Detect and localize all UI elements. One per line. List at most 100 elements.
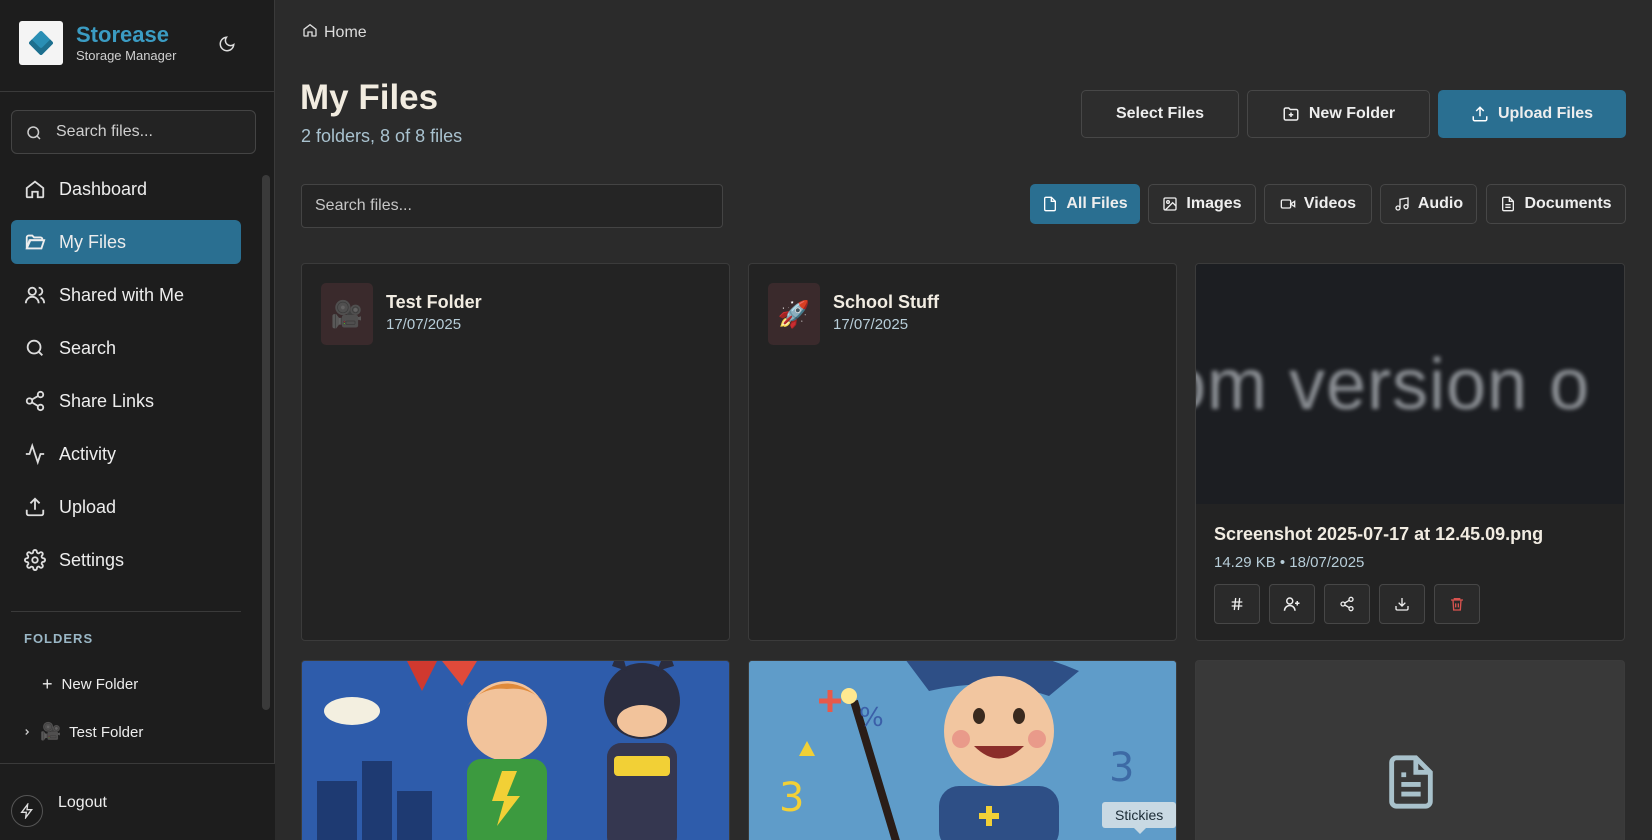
rocket-icon: 🚀 bbox=[768, 283, 820, 345]
home-icon bbox=[302, 22, 318, 43]
svg-text:3: 3 bbox=[779, 775, 804, 821]
video-camera-icon: 🎥 bbox=[321, 283, 373, 345]
search-icon bbox=[24, 337, 46, 359]
video-camera-icon: 🎥 bbox=[40, 722, 62, 741]
main-search bbox=[301, 184, 723, 228]
sidebar-search bbox=[11, 110, 256, 154]
sidebar-search-input[interactable] bbox=[56, 111, 246, 153]
folder-name: School Stuff bbox=[833, 292, 939, 312]
page-title: My Files bbox=[300, 78, 439, 117]
delete-button[interactable] bbox=[1434, 584, 1480, 624]
upload-icon bbox=[1471, 105, 1489, 123]
sidebar: Storease Storage Manager Dashboard My Fi… bbox=[0, 0, 275, 840]
bolt-icon[interactable] bbox=[11, 795, 43, 827]
svg-text:%: % bbox=[859, 703, 884, 733]
new-folder-label: New Folder bbox=[1308, 105, 1396, 122]
file-name: Screenshot 2025-07-17 at 12.45.09.png bbox=[1214, 524, 1544, 544]
filter-label: Images bbox=[1186, 195, 1242, 212]
sidebar-item-search[interactable]: Search bbox=[11, 326, 241, 370]
breadcrumb: Home bbox=[302, 22, 367, 43]
trash-icon bbox=[1451, 598, 1463, 611]
brand-header: Storease Storage Manager bbox=[0, 0, 274, 92]
select-files-label: Select Files bbox=[1115, 105, 1205, 122]
file-meta: 14.29 KB • 18/07/2025 bbox=[1214, 554, 1365, 571]
download-icon bbox=[1395, 598, 1409, 611]
filter-label: Audio bbox=[1417, 195, 1464, 212]
image-icon bbox=[1162, 196, 1178, 212]
users-icon bbox=[24, 284, 46, 306]
filter-label: All Files bbox=[1066, 195, 1128, 212]
app-logo[interactable] bbox=[19, 21, 63, 65]
share-icon bbox=[1340, 596, 1354, 612]
file-actions bbox=[1214, 584, 1489, 624]
share-link-button[interactable] bbox=[1324, 584, 1370, 624]
app-subtitle: Storage Manager bbox=[76, 48, 177, 63]
sidebar-new-folder-button[interactable]: + New Folder bbox=[42, 674, 138, 695]
folder-tree-item[interactable]: 🎥 Test Folder bbox=[22, 722, 143, 742]
sidebar-item-shared-with-me[interactable]: Shared with Me bbox=[11, 273, 241, 317]
sidebar-item-label: Shared with Me bbox=[59, 284, 185, 305]
sidebar-item-label: Dashboard bbox=[59, 178, 148, 199]
sidebar-item-label: Activity bbox=[59, 443, 117, 464]
hash-icon bbox=[1231, 597, 1243, 611]
chevron-right-icon[interactable] bbox=[22, 724, 32, 741]
folder-card[interactable]: 🚀 School Stuff 17/07/2025 bbox=[748, 263, 1177, 641]
file-icon bbox=[1042, 196, 1058, 212]
theme-toggle-moon-icon[interactable] bbox=[216, 33, 238, 55]
page-subtitle: 2 folders, 8 of 8 files bbox=[301, 126, 463, 146]
folder-plus-icon bbox=[1282, 105, 1300, 123]
video-icon bbox=[1280, 196, 1296, 212]
filter-documents[interactable]: Documents bbox=[1486, 184, 1626, 224]
main-search-input[interactable] bbox=[302, 185, 722, 227]
sidebar-item-settings[interactable]: Settings bbox=[11, 538, 241, 582]
file-card-document[interactable] bbox=[1195, 660, 1625, 840]
share-with-user-button[interactable] bbox=[1269, 584, 1315, 624]
sidebar-item-share-links[interactable]: Share Links bbox=[11, 379, 241, 423]
breadcrumb-home[interactable]: Home bbox=[324, 24, 367, 42]
file-preview-image[interactable]: om version o bbox=[1196, 264, 1624, 504]
sidebar-item-label: Search bbox=[59, 337, 117, 358]
folder-open-icon bbox=[24, 231, 46, 253]
document-icon bbox=[1382, 749, 1440, 820]
new-folder-button[interactable]: New Folder bbox=[1247, 90, 1430, 138]
folder-tree-label: Test Folder bbox=[69, 723, 144, 741]
file-card-image-superheroes[interactable] bbox=[301, 660, 730, 840]
folder-date: 17/07/2025 bbox=[386, 316, 462, 333]
filter-audio[interactable]: Audio bbox=[1380, 184, 1477, 224]
filter-videos[interactable]: Videos bbox=[1264, 184, 1372, 224]
document-icon bbox=[1500, 196, 1516, 212]
sidebar-item-my-files[interactable]: My Files bbox=[11, 220, 241, 264]
file-card[interactable]: om version o Screenshot 2025-07-17 at 12… bbox=[1195, 263, 1625, 641]
sidebar-nav: Dashboard My Files Shared with Me Search… bbox=[11, 167, 241, 591]
download-button[interactable] bbox=[1379, 584, 1425, 624]
folder-name: Test Folder bbox=[386, 292, 482, 312]
sidebar-item-activity[interactable]: Activity bbox=[11, 432, 241, 476]
folder-card[interactable]: 🎥 Test Folder 17/07/2025 bbox=[301, 263, 730, 641]
filter-label: Documents bbox=[1524, 195, 1612, 212]
filter-label: Videos bbox=[1303, 195, 1357, 212]
sidebar-footer: Logout bbox=[0, 763, 275, 840]
sidebar-scrollbar[interactable] bbox=[262, 175, 270, 710]
select-files-button[interactable]: Select Files bbox=[1081, 90, 1239, 138]
sidebar-item-label: Share Links bbox=[59, 390, 155, 411]
activity-icon bbox=[24, 443, 46, 465]
plus-icon: + bbox=[42, 674, 53, 694]
folders-section-title: FOLDERS bbox=[24, 631, 94, 646]
sidebar-divider bbox=[11, 611, 241, 612]
folder-date: 17/07/2025 bbox=[833, 316, 909, 333]
sidebar-item-label: Settings bbox=[59, 549, 125, 570]
sidebar-item-label: Upload bbox=[59, 496, 117, 517]
logout-button[interactable]: Logout bbox=[58, 794, 107, 812]
sidebar-item-upload[interactable]: Upload bbox=[11, 485, 241, 529]
filter-all-files[interactable]: All Files bbox=[1030, 184, 1140, 224]
app-name: Storease bbox=[76, 22, 169, 47]
hash-button[interactable] bbox=[1214, 584, 1260, 624]
upload-files-button[interactable]: Upload Files bbox=[1438, 90, 1626, 138]
preview-image-text: om version o bbox=[1196, 345, 1591, 425]
superheroes-image bbox=[302, 661, 729, 840]
share-icon bbox=[24, 390, 46, 412]
filter-images[interactable]: Images bbox=[1148, 184, 1256, 224]
sidebar-item-dashboard[interactable]: Dashboard bbox=[11, 167, 241, 211]
user-plus-icon bbox=[1283, 597, 1300, 611]
sidebar-new-folder-label: New Folder bbox=[61, 676, 139, 693]
